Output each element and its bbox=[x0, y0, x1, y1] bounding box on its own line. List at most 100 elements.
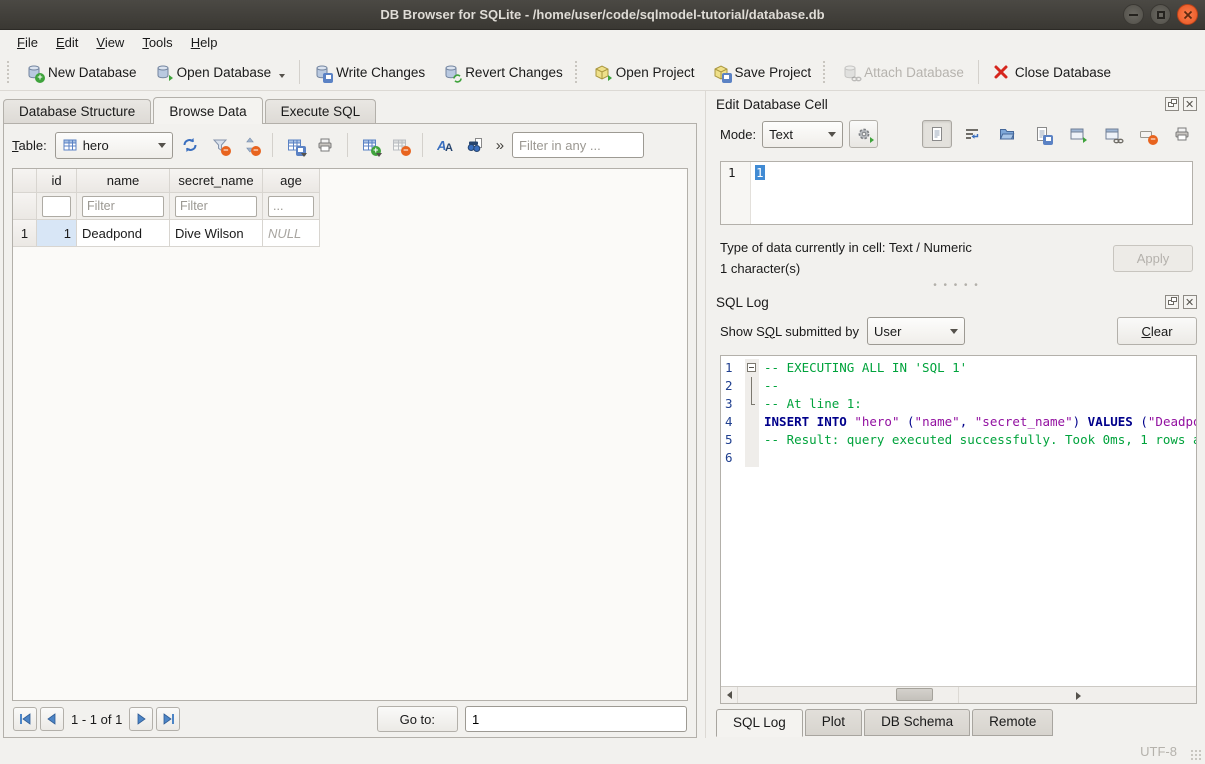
cell-name[interactable]: Deadpond bbox=[77, 220, 170, 247]
table-select[interactable]: hero bbox=[55, 132, 173, 159]
fold-margin[interactable] bbox=[745, 359, 759, 377]
main-tab-bar: Database StructureBrowse DataExecute SQL bbox=[3, 96, 705, 123]
filter-input-id[interactable] bbox=[42, 196, 71, 217]
column-header-id[interactable]: id bbox=[37, 169, 77, 193]
close-panel-button[interactable]: ✕ bbox=[1183, 295, 1197, 309]
resize-grip[interactable] bbox=[1190, 749, 1202, 761]
scrollbar-thumb[interactable] bbox=[896, 688, 933, 701]
set-null-button[interactable]: − bbox=[1132, 120, 1162, 148]
column-header-age[interactable]: age bbox=[263, 169, 320, 193]
tab-browse-data[interactable]: Browse Data bbox=[153, 97, 262, 124]
log-line-number: 2 bbox=[721, 377, 745, 395]
clear-sorting-button[interactable]: − bbox=[237, 132, 263, 158]
submitted-by-select[interactable]: User bbox=[867, 317, 965, 345]
apply-button[interactable]: Apply bbox=[1113, 245, 1193, 272]
find-in-table-button[interactable] bbox=[462, 132, 488, 158]
float-panel-button[interactable] bbox=[1165, 295, 1179, 309]
encoding-indicator: UTF-8 bbox=[1140, 744, 1177, 759]
filter-any-column-input[interactable] bbox=[512, 132, 644, 158]
open-database-button[interactable]: Open Database bbox=[146, 59, 295, 85]
new-database-button[interactable]: +New Database bbox=[17, 59, 146, 85]
first-record-icon bbox=[19, 713, 32, 725]
left-arrow-icon bbox=[727, 691, 732, 699]
open-external-button[interactable] bbox=[1062, 120, 1092, 148]
word-wrap-button[interactable] bbox=[957, 120, 987, 148]
panel-splitter[interactable]: • • • • • bbox=[716, 279, 1197, 291]
record-navigation: 1 - 1 of 1 Go to: bbox=[4, 705, 696, 737]
horizontal-scrollbar[interactable] bbox=[721, 686, 1196, 703]
cell-editor[interactable]: 1 1 bbox=[720, 161, 1193, 225]
clear-filters-button[interactable]: − bbox=[207, 132, 233, 158]
last-record-button[interactable] bbox=[156, 707, 180, 731]
filter-input-name[interactable] bbox=[82, 196, 164, 217]
export-data-button[interactable] bbox=[1027, 120, 1057, 148]
grid-corner-cell bbox=[13, 169, 37, 193]
table-select-value: hero bbox=[83, 138, 109, 153]
menu-view[interactable]: View bbox=[87, 32, 133, 53]
float-panel-button[interactable] bbox=[1165, 97, 1179, 111]
column-header-name[interactable]: name bbox=[77, 169, 170, 193]
import-data-icon bbox=[999, 126, 1015, 142]
goto-button[interactable]: Go to: bbox=[377, 706, 458, 732]
previous-record-button[interactable] bbox=[40, 707, 64, 731]
edit-cell-tool-buttons: − bbox=[922, 120, 1197, 148]
export-table-button[interactable] bbox=[282, 132, 308, 158]
mode-select[interactable]: Text bbox=[762, 121, 843, 148]
apply-format-button[interactable] bbox=[849, 120, 878, 148]
tab-execute-sql[interactable]: Execute SQL bbox=[265, 99, 377, 124]
close-database-button[interactable]: Close Database bbox=[984, 59, 1120, 85]
previous-record-icon bbox=[46, 713, 58, 725]
print-table-button[interactable] bbox=[312, 132, 338, 158]
scrollbar-track[interactable] bbox=[738, 687, 958, 703]
filter-input-age[interactable] bbox=[268, 196, 314, 217]
minimize-button[interactable] bbox=[1123, 4, 1144, 25]
scroll-right-button[interactable] bbox=[958, 687, 1197, 703]
menu-file[interactable]: File bbox=[8, 32, 47, 53]
filter-input-secret-name[interactable] bbox=[175, 196, 257, 217]
text-document-button[interactable] bbox=[922, 120, 952, 148]
write-changes-button[interactable]: Write Changes bbox=[305, 59, 434, 85]
bottom-tab-plot[interactable]: Plot bbox=[805, 709, 862, 736]
open-database-icon bbox=[155, 64, 171, 80]
log-line-number: 4 bbox=[721, 413, 745, 431]
print-cell-button[interactable] bbox=[1167, 120, 1197, 148]
attach-database-label: Attach Database bbox=[864, 65, 964, 80]
cell-secret-name[interactable]: Dive Wilson bbox=[170, 220, 263, 247]
sql-log-editor[interactable]: 1-- EXECUTING ALL IN 'SQL 1'2--3-- At li… bbox=[720, 355, 1197, 704]
bottom-tab-db-schema[interactable]: DB Schema bbox=[864, 709, 970, 736]
menu-help[interactable]: Help bbox=[182, 32, 227, 53]
insert-record-button[interactable]: + bbox=[357, 132, 383, 158]
close-panel-button[interactable]: ✕ bbox=[1183, 97, 1197, 111]
font-settings-button[interactable]: AA bbox=[432, 132, 458, 158]
menu-tools[interactable]: Tools bbox=[133, 32, 181, 53]
fold-collapse-icon[interactable] bbox=[747, 363, 756, 372]
cell-age[interactable]: NULL bbox=[263, 220, 320, 247]
clear-label: Clear bbox=[1141, 324, 1172, 339]
open-link-button[interactable] bbox=[1097, 120, 1127, 148]
open-project-button[interactable]: Open Project bbox=[585, 59, 704, 85]
maximize-button[interactable] bbox=[1150, 4, 1171, 25]
cell-id[interactable]: 1 bbox=[37, 220, 77, 247]
first-record-button[interactable] bbox=[13, 707, 37, 731]
refresh-table-button[interactable] bbox=[177, 132, 203, 158]
log-line-5: 5-- Result: query executed successfully.… bbox=[721, 431, 1196, 449]
save-project-button[interactable]: Save Project bbox=[704, 59, 821, 85]
scroll-left-button[interactable] bbox=[721, 687, 738, 703]
tab-database-structure[interactable]: Database Structure bbox=[3, 99, 151, 124]
show-sql-label: Show SQL submitted by bbox=[720, 324, 859, 339]
clear-log-button[interactable]: Clear bbox=[1117, 317, 1197, 345]
column-header-secret-name[interactable]: secret_name bbox=[170, 169, 263, 193]
next-record-button[interactable] bbox=[129, 707, 153, 731]
goto-input[interactable] bbox=[465, 706, 687, 732]
bottom-tab-remote[interactable]: Remote bbox=[972, 709, 1053, 736]
toolbar-overflow-chevron[interactable]: » bbox=[492, 137, 508, 154]
menu-edit[interactable]: Edit bbox=[47, 32, 87, 53]
import-data-button[interactable] bbox=[992, 120, 1022, 148]
revert-changes-button[interactable]: Revert Changes bbox=[434, 59, 572, 85]
export-table-icon bbox=[287, 137, 303, 153]
open-link-icon bbox=[1104, 126, 1120, 142]
filter-cell-name bbox=[77, 193, 170, 220]
bottom-tab-sql-log[interactable]: SQL Log bbox=[716, 709, 803, 737]
close-button[interactable] bbox=[1177, 4, 1198, 25]
main-area: Database StructureBrowse DataExecute SQL… bbox=[0, 91, 1205, 738]
